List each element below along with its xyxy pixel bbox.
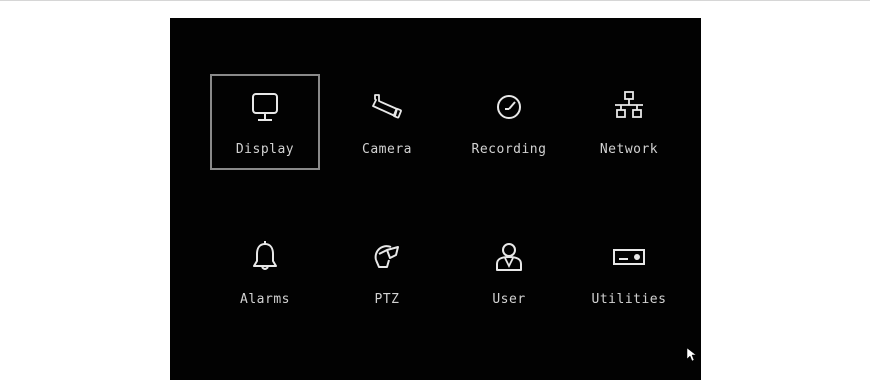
menu-item-label: Recording bbox=[471, 142, 547, 157]
menu-item-label: Display bbox=[235, 142, 295, 157]
network-icon bbox=[615, 91, 643, 118]
menu-item-ptz[interactable]: PTZ bbox=[332, 224, 442, 320]
menu-item-label: Utilities bbox=[591, 292, 667, 307]
monitor-icon bbox=[252, 93, 278, 121]
user-icon bbox=[496, 243, 522, 271]
dvr-main-menu-screen: Display Camera Recording Network Alarms … bbox=[170, 18, 701, 380]
menu-item-label: Alarms bbox=[240, 292, 290, 307]
mouse-pointer-icon bbox=[687, 348, 697, 362]
camera-icon bbox=[372, 94, 402, 119]
top-divider bbox=[0, 0, 870, 1]
menu-item-user[interactable]: User bbox=[454, 224, 564, 320]
menu-item-recording[interactable]: Recording bbox=[454, 74, 564, 170]
menu-item-network[interactable]: Network bbox=[574, 74, 684, 170]
menu-item-label: User bbox=[492, 292, 526, 307]
menu-item-utilities[interactable]: Utilities bbox=[574, 224, 684, 320]
menu-item-label: PTZ bbox=[374, 292, 400, 307]
menu-item-display[interactable]: Display bbox=[210, 74, 320, 170]
utilities-icon bbox=[613, 249, 645, 265]
menu-item-label: Network bbox=[599, 142, 659, 157]
bell-icon bbox=[253, 241, 277, 270]
clock-icon bbox=[497, 95, 521, 119]
ptz-camera-icon bbox=[374, 245, 399, 268]
menu-item-alarms[interactable]: Alarms bbox=[210, 224, 320, 320]
menu-item-label: Camera bbox=[362, 142, 412, 157]
menu-item-camera[interactable]: Camera bbox=[332, 74, 442, 170]
